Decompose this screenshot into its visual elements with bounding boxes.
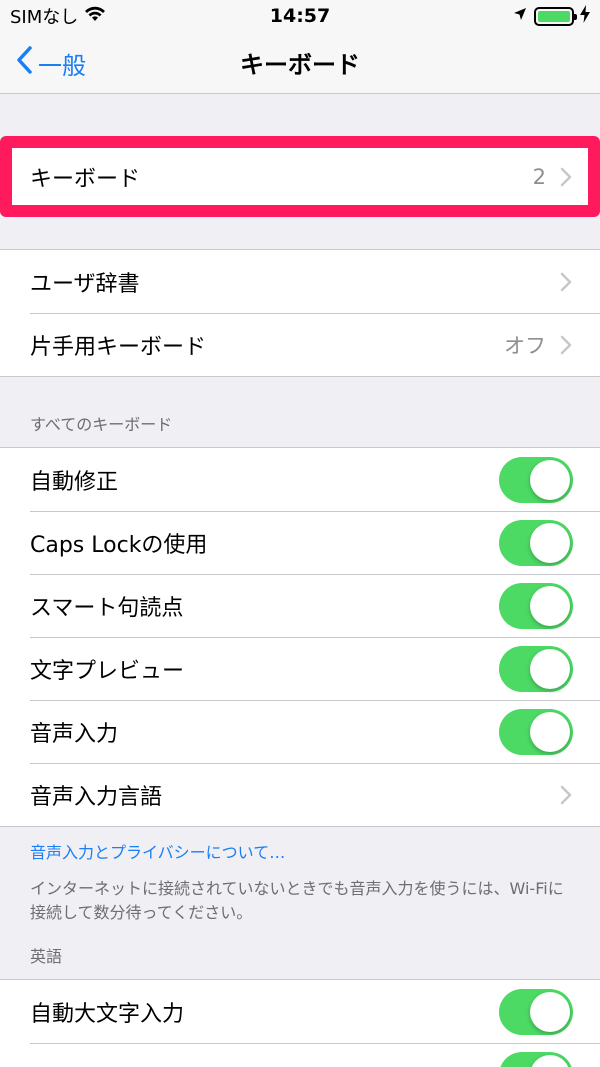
next-setting-toggle[interactable] — [499, 1051, 573, 1067]
toggle-knob — [530, 991, 570, 1032]
character-preview-toggle[interactable] — [499, 645, 573, 692]
chevron-right-icon — [560, 272, 572, 291]
toggle-knob — [530, 459, 570, 500]
auto-correction-label: 自動修正 — [30, 469, 119, 495]
auto-correction-toggle[interactable] — [499, 456, 573, 503]
status-bar: SIMなし 14:57 — [0, 0, 600, 32]
keyboards-group: キーボード 2 — [0, 144, 600, 209]
chevron-left-icon — [16, 46, 32, 80]
dictation-label: 音声入力 — [30, 721, 119, 747]
toggle-knob — [530, 585, 570, 626]
navigation-bar: 一般 キーボード — [0, 32, 600, 94]
character-preview-label: 文字プレビュー — [30, 658, 185, 684]
toggle-knob — [530, 711, 570, 752]
battery-icon — [534, 6, 577, 26]
dictation-languages-row[interactable]: 音声入力言語 — [0, 763, 600, 826]
carrier-label: SIMなし — [10, 7, 79, 28]
settings-content: キーボード 2 ユーザ辞書 片手用キーボード オフ すべてのキーボード 自動修正… — [0, 94, 600, 1067]
keyboards-label: キーボード — [30, 166, 141, 192]
caps-lock-label: Caps Lockの使用 — [30, 532, 208, 558]
dictation-privacy-link[interactable]: 音声入力とプライバシーについて… — [0, 827, 600, 871]
english-group: 自動大文字入力 — [0, 979, 600, 1067]
toggle-knob — [530, 648, 570, 689]
chevron-right-icon — [560, 785, 572, 804]
one-handed-keyboard-value: オフ — [504, 333, 546, 358]
all-keyboards-group: 自動修正 Caps Lockの使用 スマート句読点 文字プレビュー 音声入力 音… — [0, 447, 600, 827]
all-keyboards-header: すべてのキーボード — [30, 415, 173, 434]
one-handed-keyboard-row[interactable]: 片手用キーボード オフ — [0, 313, 600, 376]
chevron-right-icon — [560, 335, 572, 354]
text-options-group: ユーザ辞書 片手用キーボード オフ — [0, 249, 600, 377]
back-label: 一般 — [38, 51, 86, 80]
dictation-toggle[interactable] — [499, 708, 573, 755]
caps-lock-row: Caps Lockの使用 — [0, 511, 600, 574]
one-handed-keyboard-label: 片手用キーボード — [30, 334, 207, 360]
page-title: キーボード — [240, 51, 360, 79]
smart-punctuation-row: スマート句読点 — [0, 574, 600, 637]
caps-lock-toggle[interactable] — [499, 519, 573, 566]
charging-icon — [580, 4, 590, 28]
auto-correction-row: 自動修正 — [0, 448, 600, 511]
auto-capitalization-row: 自動大文字入力 — [0, 980, 600, 1043]
user-dictionary-row[interactable]: ユーザ辞書 — [0, 250, 600, 313]
smart-punctuation-label: スマート句読点 — [30, 595, 184, 621]
toggle-knob — [530, 1054, 570, 1067]
character-preview-row: 文字プレビュー — [0, 637, 600, 700]
keyboards-count: 2 — [532, 164, 546, 189]
toggle-knob — [530, 522, 570, 563]
location-icon — [512, 6, 528, 27]
back-button[interactable]: 一般 — [16, 32, 86, 94]
next-setting-row — [0, 1043, 600, 1067]
chevron-right-icon — [560, 167, 572, 186]
keyboards-row[interactable]: キーボード 2 — [0, 145, 600, 208]
wifi-icon — [84, 6, 106, 27]
auto-capitalization-toggle[interactable] — [499, 988, 573, 1035]
english-header: 英語 — [30, 947, 63, 966]
smart-punctuation-toggle[interactable] — [499, 582, 573, 629]
user-dictionary-label: ユーザ辞書 — [30, 271, 140, 297]
dictation-note: インターネットに接続されていないときでも音声入力を使うには、Wi-Fiに接続して… — [30, 879, 564, 922]
auto-capitalization-label: 自動大文字入力 — [30, 1001, 185, 1027]
dictation-row: 音声入力 — [0, 700, 600, 763]
dictation-languages-label: 音声入力言語 — [30, 784, 163, 810]
